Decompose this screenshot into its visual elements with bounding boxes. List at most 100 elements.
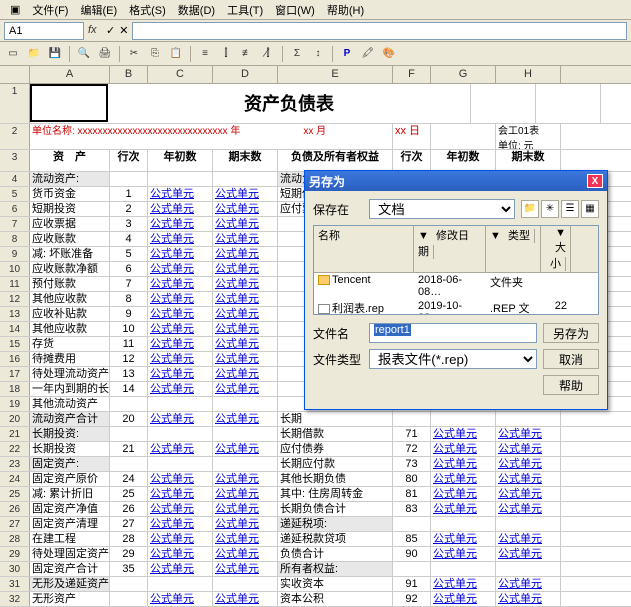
formula-link[interactable]: 公式单元 <box>498 458 542 470</box>
select-all-corner[interactable] <box>0 66 30 83</box>
sum-icon[interactable]: Σ <box>288 45 306 63</box>
cell-liability[interactable]: 长期应付款 <box>278 457 393 471</box>
formula-link[interactable]: 公式单元 <box>433 548 477 560</box>
cell-asset[interactable]: 存货 <box>30 337 110 351</box>
delete-row-icon[interactable]: ≢ <box>238 45 256 63</box>
cell-asset[interactable]: 固定资产原价 <box>30 472 110 486</box>
formula-link[interactable]: 公式单元 <box>150 473 194 485</box>
cell-asset[interactable]: 流动资产: <box>30 172 110 186</box>
formula-link[interactable]: 公式单元 <box>150 233 194 245</box>
highlight-icon[interactable]: 🖍 <box>359 45 377 63</box>
cell-liability[interactable]: 递延税款贷项 <box>278 532 393 546</box>
col-c[interactable]: C <box>148 66 213 83</box>
formula-link[interactable]: 公式单元 <box>150 338 194 350</box>
fx-icon[interactable]: fx <box>88 24 102 38</box>
formula-link[interactable]: 公式单元 <box>215 308 259 320</box>
formula-link[interactable]: 公式单元 <box>498 488 542 500</box>
file-row[interactable]: 利润表.rep2019-10-23….REP 文件22 <box>314 299 598 315</box>
view-list-icon[interactable]: ☰ <box>561 200 579 218</box>
formula-link[interactable]: 公式单元 <box>215 563 259 575</box>
menu-file[interactable]: 文件(F) <box>26 0 74 20</box>
col-g[interactable]: G <box>431 66 496 83</box>
new-folder-icon[interactable]: ✳ <box>541 200 559 218</box>
menu-edit[interactable]: 编辑(E) <box>74 0 123 20</box>
formula-link[interactable]: 公式单元 <box>215 473 259 485</box>
formula-link[interactable]: 公式单元 <box>433 428 477 440</box>
formula-link[interactable]: 公式单元 <box>215 548 259 560</box>
cell-asset[interactable]: 应收账款净额 <box>30 262 110 276</box>
save-icon[interactable]: 💾 <box>46 45 64 63</box>
cell-asset[interactable]: 预付账款 <box>30 277 110 291</box>
cell-asset[interactable]: 待处理固定资产净损失 <box>30 547 110 561</box>
formula-link[interactable]: 公式单元 <box>150 368 194 380</box>
formula-link[interactable]: 公式单元 <box>498 503 542 515</box>
formula-link[interactable]: 公式单元 <box>215 443 259 455</box>
col-date[interactable]: ▼ 修改日期 <box>414 226 486 272</box>
cell-liability[interactable]: 其中: 住房周转金 <box>278 487 393 501</box>
formula-link[interactable]: 公式单元 <box>498 443 542 455</box>
formula-link[interactable]: 公式单元 <box>433 458 477 470</box>
cut-icon[interactable]: ✂ <box>125 45 143 63</box>
cell-liability[interactable]: 长期 <box>278 412 393 426</box>
formula-link[interactable]: 公式单元 <box>215 338 259 350</box>
preview-icon[interactable]: 🔍 <box>75 45 93 63</box>
cell-asset[interactable]: 待处理流动资产净损失 <box>30 367 110 381</box>
view-detail-icon[interactable]: ▦ <box>581 200 599 218</box>
formula-input[interactable] <box>132 22 627 40</box>
formula-link[interactable]: 公式单元 <box>215 233 259 245</box>
file-row[interactable]: Tencent2018-06-08…文件夹 <box>314 273 598 299</box>
cell-liability[interactable]: 长期借款 <box>278 427 393 441</box>
menu-format[interactable]: 格式(S) <box>123 0 172 20</box>
row-num[interactable]: 1 <box>0 84 30 123</box>
formula-link[interactable]: 公式单元 <box>215 248 259 260</box>
formula-link[interactable]: 公式单元 <box>150 593 194 605</box>
formula-link[interactable]: 公式单元 <box>150 188 194 200</box>
formula-link[interactable]: 公式单元 <box>150 488 194 500</box>
cell-asset[interactable]: 固定资产清理 <box>30 517 110 531</box>
cell-liability[interactable]: 所有者权益: <box>278 562 393 576</box>
formula-link[interactable]: 公式单元 <box>215 263 259 275</box>
formula-link[interactable]: 公式单元 <box>150 308 194 320</box>
cell-asset[interactable]: 其他应收款 <box>30 292 110 306</box>
col-f[interactable]: F <box>393 66 431 83</box>
cell-asset[interactable]: 长期投资: <box>30 427 110 441</box>
check-icon[interactable]: ✓ <box>106 24 115 37</box>
formula-link[interactable]: 公式单元 <box>150 293 194 305</box>
cell-asset[interactable]: 长期投资 <box>30 442 110 456</box>
delete-col-icon[interactable]: ⫿̸ <box>259 45 277 63</box>
insert-row-icon[interactable]: ≡ <box>196 45 214 63</box>
formula-link[interactable]: 公式单元 <box>150 548 194 560</box>
formula-link[interactable]: 公式单元 <box>498 578 542 590</box>
formula-link[interactable]: 公式单元 <box>433 443 477 455</box>
col-h[interactable]: H <box>496 66 561 83</box>
cell-asset[interactable]: 减: 坏账准备 <box>30 247 110 261</box>
cell-liability[interactable]: 递延税项: <box>278 517 393 531</box>
col-d[interactable]: D <box>213 66 278 83</box>
filename-input[interactable]: report1 <box>369 323 537 343</box>
file-list[interactable]: 名称 ▼ 修改日期 ▼ 类型 ▼ 大小 Tencent2018-06-08…文件… <box>313 225 599 315</box>
cell-asset[interactable]: 减: 累计折旧 <box>30 487 110 501</box>
formula-link[interactable]: 公式单元 <box>150 533 194 545</box>
help-button[interactable]: 帮助 <box>543 375 599 395</box>
formula-link[interactable]: 公式单元 <box>433 503 477 515</box>
formula-link[interactable]: 公式单元 <box>150 563 194 575</box>
cell-liability[interactable]: 实收资本 <box>278 577 393 591</box>
col-a[interactable]: A <box>30 66 110 83</box>
insert-col-icon[interactable]: ⫿ <box>217 45 235 63</box>
cell-asset[interactable]: 无形及递延资产: <box>30 577 110 591</box>
formula-link[interactable]: 公式单元 <box>215 218 259 230</box>
formula-link[interactable]: 公式单元 <box>215 488 259 500</box>
formula-link[interactable]: 公式单元 <box>150 413 194 425</box>
formula-link[interactable]: 公式单元 <box>215 278 259 290</box>
formula-link[interactable]: 公式单元 <box>498 548 542 560</box>
cancel-button[interactable]: 取消 <box>543 349 599 369</box>
print-icon[interactable]: 🖨 <box>96 45 114 63</box>
up-folder-icon[interactable]: 📁 <box>521 200 539 218</box>
col-b[interactable]: B <box>110 66 148 83</box>
dialog-titlebar[interactable]: 另存为 X <box>305 171 607 191</box>
menu-data[interactable]: 数据(D) <box>172 0 221 20</box>
formula-link[interactable]: 公式单元 <box>433 473 477 485</box>
menu-tool[interactable]: 工具(T) <box>221 0 269 20</box>
cell-liability[interactable]: 其他长期负债 <box>278 472 393 486</box>
cell-asset[interactable]: 固定资产净值 <box>30 502 110 516</box>
